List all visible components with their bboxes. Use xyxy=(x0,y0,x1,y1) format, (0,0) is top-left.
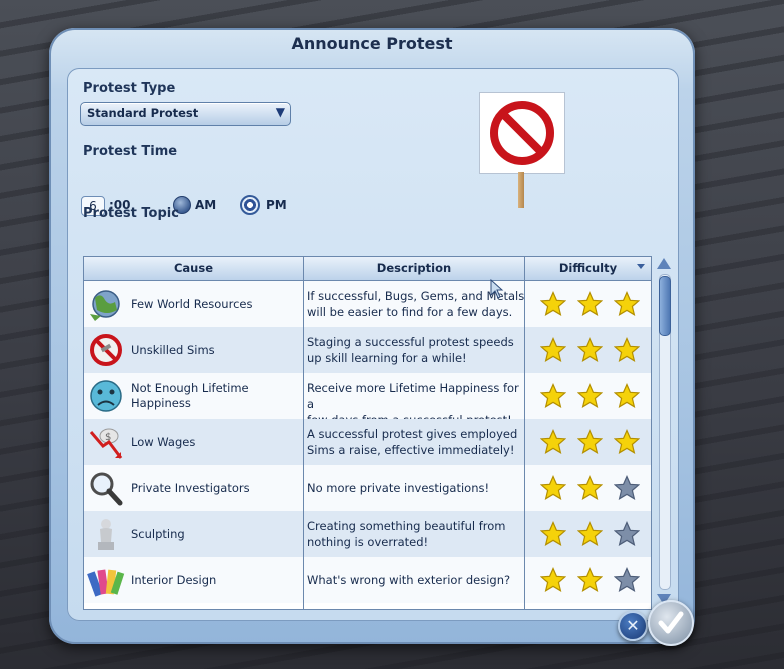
protest-type-dropdown[interactable]: Standard Protest ▼ xyxy=(80,102,291,126)
header-difficulty-label: Difficulty xyxy=(558,261,618,275)
protest-type-value: Standard Protest xyxy=(87,106,199,120)
scroll-up-icon[interactable] xyxy=(657,258,671,269)
header-difficulty[interactable]: Difficulty xyxy=(525,257,651,280)
protest-topic-label: Protest Topic xyxy=(83,206,179,221)
cause-name: Interior Design xyxy=(131,573,217,587)
no-symbol-icon xyxy=(490,101,554,165)
star-empty-icon xyxy=(613,566,641,593)
sign-pole xyxy=(518,172,524,208)
mouse-cursor-icon xyxy=(490,279,504,299)
star-filled-icon xyxy=(576,474,604,501)
star-filled-icon xyxy=(539,428,567,455)
star-filled-icon xyxy=(576,566,604,593)
statue-icon xyxy=(87,516,125,552)
magnifier-icon xyxy=(87,470,125,506)
difficulty-rating xyxy=(539,566,650,593)
chevron-down-icon: ▼ xyxy=(275,105,285,119)
header-description[interactable]: Description xyxy=(304,257,524,280)
star-filled-icon xyxy=(576,336,604,363)
cause-description: A successful protest gives employed Sims … xyxy=(307,427,518,457)
star-filled-icon xyxy=(576,382,604,409)
protest-topic-table: Cause Description Difficulty Few World R… xyxy=(83,256,652,610)
difficulty-rating xyxy=(539,382,650,409)
protest-type-label: Protest Type xyxy=(83,81,176,96)
table-header: Cause Description Difficulty xyxy=(84,257,651,281)
am-label: AM xyxy=(195,198,217,212)
star-empty-icon xyxy=(613,474,641,501)
star-filled-icon xyxy=(613,290,641,317)
star-filled-icon xyxy=(613,428,641,455)
difficulty-rating xyxy=(539,428,650,455)
cause-description: What's wrong with exterior design? xyxy=(307,573,511,587)
sort-down-icon xyxy=(637,264,645,269)
star-filled-icon xyxy=(539,290,567,317)
checkmark-icon xyxy=(658,611,684,634)
star-filled-icon xyxy=(613,336,641,363)
cause-description: Staging a successful protest speeds up sk… xyxy=(307,335,514,365)
difficulty-rating xyxy=(539,520,650,547)
cause-name: Unskilled Sims xyxy=(131,343,215,357)
cause-description: No more private investigations! xyxy=(307,481,490,495)
difficulty-rating xyxy=(539,290,650,317)
difficulty-rating xyxy=(539,474,650,501)
sad-face-icon xyxy=(87,378,125,414)
cause-name: Private Investigators xyxy=(131,481,250,495)
column-divider xyxy=(524,257,525,609)
column-divider xyxy=(303,257,304,609)
dialog-title: Announce Protest xyxy=(291,34,453,53)
falling-money-icon: $ xyxy=(87,424,125,460)
table-row[interactable]: Not Enough Lifetime Happiness Receive more… xyxy=(84,373,651,427)
star-filled-icon xyxy=(576,428,604,455)
difficulty-rating xyxy=(539,336,650,363)
cause-name: Few World Resources xyxy=(131,297,253,311)
table-row[interactable]: Unskilled Sims Staging a successful prote… xyxy=(84,327,651,373)
star-filled-icon xyxy=(613,382,641,409)
no-tools-icon xyxy=(87,332,125,368)
table-row[interactable]: Private Investigators No more private inv… xyxy=(84,465,651,511)
star-filled-icon xyxy=(539,382,567,409)
scrollbar-thumb[interactable] xyxy=(659,276,671,336)
confirm-button[interactable] xyxy=(648,600,694,646)
protest-time-label: Protest Time xyxy=(83,144,178,159)
star-filled-icon xyxy=(539,474,567,501)
cancel-button[interactable]: ✕ xyxy=(618,611,648,641)
star-filled-icon xyxy=(539,566,567,593)
star-filled-icon xyxy=(539,336,567,363)
close-icon: ✕ xyxy=(626,616,640,635)
pm-label: PM xyxy=(266,198,287,212)
cause-name: Not Enough Lifetime Happiness xyxy=(131,381,249,410)
header-cause[interactable]: Cause xyxy=(84,257,303,280)
star-filled-icon xyxy=(539,520,567,547)
protest-sign-image xyxy=(479,92,565,174)
star-empty-icon xyxy=(613,520,641,547)
swatches-icon xyxy=(87,562,125,598)
cause-name: Sculpting xyxy=(131,527,185,541)
cause-name: Low Wages xyxy=(131,435,196,449)
table-row[interactable]: Sculpting Creating something beautiful fr… xyxy=(84,511,651,557)
star-filled-icon xyxy=(576,290,604,317)
pm-radio[interactable] xyxy=(240,195,260,215)
announce-protest-dialog: Announce Protest Protest Type Standard P… xyxy=(49,28,695,644)
cause-description: Creating something beautiful from nothing… xyxy=(307,519,506,549)
star-filled-icon xyxy=(576,520,604,547)
table-row[interactable]: $ Low Wages A successful protest gives emp… xyxy=(84,419,651,465)
dialog-panel: Protest Type Standard Protest ▼ Protest … xyxy=(67,68,679,621)
table-row[interactable]: Interior Design What's wrong with exterio… xyxy=(84,557,651,603)
table-row[interactable]: Few World Resources If successful, Bugs, … xyxy=(84,281,651,327)
globe-icon xyxy=(87,286,125,322)
